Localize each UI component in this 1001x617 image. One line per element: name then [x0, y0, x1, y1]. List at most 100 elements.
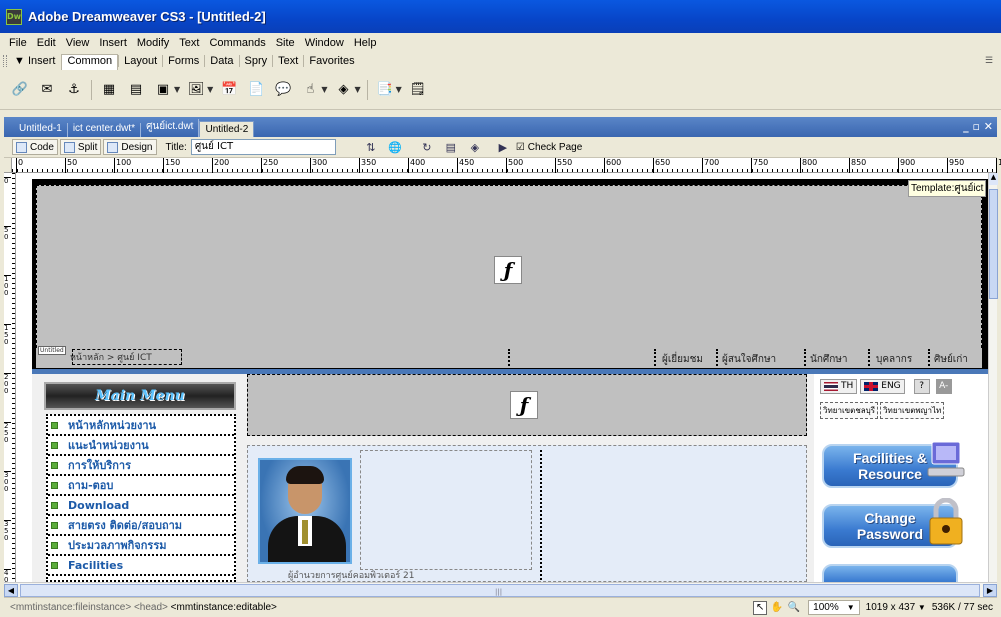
- nav-link-visitors[interactable]: ผู้เยี่ยมชม: [662, 352, 703, 367]
- facilities-button[interactable]: Facilities & Resource: [822, 441, 965, 488]
- panel-grip[interactable]: [3, 55, 7, 67]
- layer-icon[interactable]: ▣: [153, 80, 173, 100]
- menu-item-facilities[interactable]: Facilities: [48, 556, 234, 576]
- campus-tab-chonburi[interactable]: วิทยาเขตชลบุรี: [820, 402, 879, 419]
- vertical-scroll-thumb[interactable]: [989, 189, 998, 299]
- lang-eng-button[interactable]: ENG: [860, 378, 905, 394]
- scroll-right-icon[interactable]: ▶: [983, 584, 997, 597]
- menu-view[interactable]: View: [61, 37, 95, 49]
- change-password-button[interactable]: Change Password: [822, 498, 963, 548]
- menu-help[interactable]: Help: [349, 37, 382, 49]
- server-side-include-icon[interactable]: 📄: [246, 80, 266, 100]
- design-view-button[interactable]: Design: [103, 139, 157, 155]
- select-tool-icon[interactable]: ↖: [753, 600, 768, 615]
- comment-icon[interactable]: 💬: [273, 80, 293, 100]
- refresh-icon[interactable]: ↻: [418, 139, 436, 155]
- nav-link-alumni[interactable]: ศิษย์เก่า: [934, 352, 968, 367]
- campus-tab-phayathai[interactable]: วิทยาเขตพญาไท: [880, 402, 945, 419]
- doc-tab-untitled-1[interactable]: Untitled-1: [14, 123, 68, 137]
- tag-editable[interactable]: <mmtinstance:editable>: [171, 602, 277, 613]
- menu-insert[interactable]: Insert: [94, 37, 132, 49]
- templates-icon[interactable]: 📑: [375, 80, 395, 100]
- zoom-tool-icon[interactable]: 🔍: [787, 601, 801, 615]
- images-icon[interactable]: 🖼: [186, 80, 206, 100]
- tab-favorites[interactable]: Favorites: [303, 55, 359, 67]
- scroll-up-icon[interactable]: ▲: [989, 173, 998, 185]
- menu-site[interactable]: Site: [271, 37, 300, 49]
- menu-item-home[interactable]: หน้าหลักหน่วยงาน: [48, 416, 234, 436]
- vertical-ruler[interactable]: 050100150200250300350400: [4, 173, 16, 591]
- named-anchor-icon[interactable]: ⚓: [64, 80, 84, 100]
- horizontal-scroll-thumb[interactable]: |||: [20, 584, 980, 597]
- next-feature-button[interactable]: [822, 564, 958, 582]
- doc-tab-ict-center[interactable]: ict center.dwt*: [68, 123, 142, 137]
- head-icon[interactable]: ☝: [300, 80, 320, 100]
- lang-th-button[interactable]: TH: [820, 378, 858, 394]
- menu-window[interactable]: Window: [300, 37, 349, 49]
- menu-item-contact[interactable]: สายตรง ติดต่อ/สอบถาม: [48, 516, 234, 536]
- nav-link-prospective[interactable]: ผู้สนใจศึกษา: [722, 352, 776, 367]
- flash-placeholder-icon[interactable]: ƒ: [494, 256, 522, 284]
- tab-common[interactable]: Common: [61, 54, 119, 70]
- window-size-select[interactable]: 1019 x 437 ▼: [866, 602, 926, 613]
- tag-fileinstance[interactable]: <mmtinstance:fileinstance>: [10, 602, 131, 613]
- view-options-icon[interactable]: ▤: [442, 139, 460, 155]
- script-icon[interactable]: ◈: [333, 80, 353, 100]
- chevron-down-icon[interactable]: ▼: [396, 85, 402, 94]
- tab-spry[interactable]: Spry: [238, 55, 273, 67]
- tab-forms[interactable]: Forms: [162, 55, 204, 67]
- table-icon[interactable]: ▦: [99, 80, 119, 100]
- zoom-select[interactable]: 100% ▼: [808, 600, 860, 615]
- validate-markup-icon[interactable]: ▶: [494, 139, 512, 155]
- help-icon[interactable]: ?: [913, 378, 930, 394]
- split-view-button[interactable]: Split: [59, 139, 102, 155]
- file-management-icon[interactable]: ⇅: [362, 139, 380, 155]
- chevron-down-icon[interactable]: ▼: [207, 85, 213, 94]
- menu-edit[interactable]: Edit: [32, 37, 61, 49]
- hyperlink-icon[interactable]: 🔗: [10, 80, 30, 100]
- hand-tool-icon[interactable]: ✋: [770, 601, 784, 615]
- flash-placeholder-icon[interactable]: ƒ: [510, 391, 538, 419]
- banner-flash-region[interactable]: ƒ: [247, 374, 807, 436]
- tag-head[interactable]: <head>: [134, 602, 168, 613]
- div-icon[interactable]: ▤: [126, 80, 146, 100]
- menu-file[interactable]: File: [4, 37, 32, 49]
- menu-item-services[interactable]: การให้บริการ: [48, 456, 234, 476]
- menu-modify[interactable]: Modify: [132, 37, 174, 49]
- menu-commands[interactable]: Commands: [204, 37, 270, 49]
- email-link-icon[interactable]: ✉: [37, 80, 57, 100]
- tag-chooser-icon[interactable]: 🗒: [408, 80, 428, 100]
- design-canvas[interactable]: Template:ศูนย์ict ƒ Untitled หน้าหลัก > …: [16, 173, 988, 582]
- tab-data[interactable]: Data: [204, 55, 238, 67]
- menu-item-download[interactable]: Download: [48, 496, 234, 516]
- menu-item-gallery[interactable]: ประมวลภาพกิจกรรม: [48, 536, 234, 556]
- header-flash-region[interactable]: ƒ: [36, 185, 982, 368]
- code-view-button[interactable]: Code: [12, 139, 58, 155]
- check-page-button[interactable]: ☑ Check Page: [516, 142, 582, 153]
- ruler-corner[interactable]: [4, 158, 12, 173]
- insert-panel-title[interactable]: ▼ Insert: [14, 55, 55, 67]
- scroll-left-icon[interactable]: ◀: [4, 584, 18, 597]
- chevron-down-icon[interactable]: ▼: [174, 85, 180, 94]
- window-controls-icon[interactable]: _ ▫ ✕: [963, 120, 993, 133]
- doc-tab-untitled-2[interactable]: Untitled-2: [199, 121, 255, 137]
- panel-options-icon[interactable]: ☰: [985, 55, 995, 65]
- chevron-down-icon[interactable]: ▼: [354, 85, 360, 94]
- preview-browser-icon[interactable]: 🌐: [386, 139, 404, 155]
- nav-link-students[interactable]: นักศึกษา: [810, 352, 848, 367]
- page-title-input[interactable]: ศูนย์ ICT: [190, 139, 336, 155]
- date-icon[interactable]: 📅: [219, 80, 239, 100]
- vertical-scrollbar[interactable]: ▲: [988, 173, 998, 582]
- horizontal-ruler[interactable]: 0 50 100 150 200 250 300 350 400 450 500 550 600 650 7…: [12, 158, 1001, 173]
- menu-item-about[interactable]: แนะนำหน่วยงาน: [48, 436, 234, 456]
- font-size-icon[interactable]: A-: [935, 378, 952, 394]
- content-cell[interactable]: [360, 450, 532, 570]
- tab-text[interactable]: Text: [272, 55, 303, 67]
- horizontal-scrollbar[interactable]: ◀ ||| ▶: [4, 582, 997, 597]
- nav-link-staff[interactable]: บุคลากร: [876, 352, 912, 367]
- doc-tab-ict-template[interactable]: ศูนย์ict.dwt: [141, 119, 200, 137]
- chevron-down-icon[interactable]: ▼: [321, 85, 327, 94]
- menu-text[interactable]: Text: [174, 37, 204, 49]
- tab-layout[interactable]: Layout: [118, 55, 162, 67]
- visual-aids-icon[interactable]: ◈: [466, 139, 484, 155]
